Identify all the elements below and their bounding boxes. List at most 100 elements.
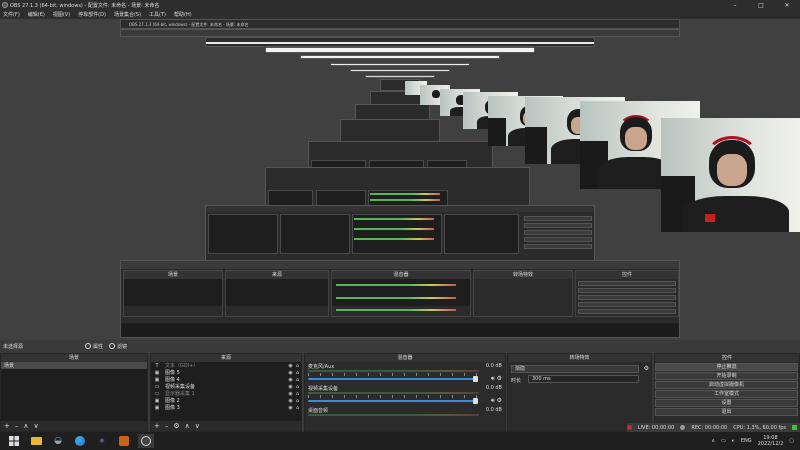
source-settings-icon[interactable]: ⚙ <box>173 422 179 430</box>
lock-icon[interactable]: ⌂ <box>294 405 301 411</box>
controls-title: 控件 <box>655 354 799 362</box>
start-virtual-camera-button[interactable]: 启动虚拟摄像机 <box>655 381 798 389</box>
minimize-button[interactable]: – <box>722 0 748 10</box>
properties-button[interactable]: 属性 <box>85 343 103 350</box>
move-up-icon[interactable]: ∧ <box>23 422 28 430</box>
lock-icon[interactable]: ⌂ <box>294 384 301 390</box>
eye-icon[interactable]: ◉ <box>287 405 294 411</box>
source-item-label: 图像 2 <box>165 398 180 404</box>
menu-docks[interactable]: 停靠部件(D) <box>78 11 106 18</box>
sources-dock-title: 来源 <box>151 354 301 362</box>
menu-scene-collection[interactable]: 场景集合(S) <box>114 11 141 18</box>
source-item[interactable]: ▣ 图像 5 ◉ ⌂ <box>151 369 301 377</box>
duration-input[interactable]: 300 ms <box>528 375 639 383</box>
speaker-icon[interactable]: 🔊︎ <box>491 375 495 383</box>
show-hidden-icons[interactable]: ∧ <box>711 438 715 444</box>
maximize-button[interactable]: □ <box>748 0 774 10</box>
mixer-channel: 麦克风/Aux 0.0 dB 🔊︎ ⚙ <box>305 362 505 384</box>
lock-icon[interactable]: ⌂ <box>294 377 301 383</box>
transition-gear-icon[interactable]: ⚙ <box>644 365 649 372</box>
source-item[interactable]: ▭ 显示器采集 1 ◉ ⌂ <box>151 390 301 398</box>
eye-icon[interactable]: ◉ <box>287 370 294 376</box>
gear-icon[interactable]: ⚙ <box>497 397 502 405</box>
transitions-dock: 转场特效 渐隐 ⚙ 时长 300 ms <box>507 353 652 432</box>
app-icon[interactable]: ⚛ <box>94 434 110 448</box>
volume-slider[interactable] <box>308 376 478 382</box>
filters-button[interactable]: 滤镜 <box>109 343 127 350</box>
properties-label: 属性 <box>93 343 104 350</box>
file-explorer-icon[interactable] <box>28 434 44 448</box>
lock-icon[interactable]: ⌂ <box>294 363 301 369</box>
preview-canvas[interactable]: OBS 27.1.3 (64-bit, windows) - 配置文件: 未命名… <box>0 19 800 340</box>
system-tray: ∧ ▭ 🔈︎ ENG 19:08 2022/12/2 ▢ <box>711 432 800 450</box>
stop-streaming-button[interactable]: 停止推流 <box>655 363 798 371</box>
source-item-label: 视频采集设备 <box>165 384 196 390</box>
lock-icon[interactable]: ⌂ <box>294 391 301 397</box>
gear-icon <box>85 343 91 349</box>
move-down-icon[interactable]: ∨ <box>195 422 200 430</box>
rec-time: REC: 00:00:00 <box>691 424 728 431</box>
nested-l2 <box>205 37 595 47</box>
slider-knob[interactable] <box>473 398 478 404</box>
steam-icon[interactable]: ◒ <box>50 434 66 448</box>
source-item[interactable]: ▭ 视频采集设备 ◉ ⌂ <box>151 383 301 391</box>
gear-icon[interactable]: ⚙ <box>497 375 502 383</box>
eye-icon[interactable]: ◉ <box>287 398 294 404</box>
source-item[interactable]: T 文本（GDI+） ◉ ⌂ <box>151 362 301 370</box>
nested-l3 <box>265 47 535 53</box>
exit-button[interactable]: 退出 <box>655 408 798 416</box>
obs-taskbar-icon[interactable] <box>138 434 154 448</box>
transition-select[interactable]: 渐隐 <box>511 365 639 373</box>
mixer-channel-name: 视频采集设备 <box>308 386 339 392</box>
menu-tools[interactable]: 工具(T) <box>149 11 166 18</box>
live-indicator-icon <box>626 425 632 430</box>
remove-scene-button[interactable]: – <box>15 422 19 430</box>
eye-icon[interactable]: ◉ <box>287 363 294 369</box>
edge-icon[interactable] <box>72 434 88 448</box>
move-up-icon[interactable]: ∧ <box>185 422 190 430</box>
studio-mode-button[interactable]: 工作室模式 <box>655 390 798 398</box>
source-item-label: 文本（GDI+） <box>165 363 199 369</box>
network-icon[interactable]: ▭ <box>721 438 726 444</box>
source-item[interactable]: ▣ 图像 4 ◉ ⌂ <box>151 376 301 384</box>
status-bar: LIVE: 00:00:00 REC: 00:00:00 CPU: 1.3%, … <box>626 423 800 432</box>
source-item[interactable]: ▣ 图像 3 ◉ ⌂ <box>151 404 301 412</box>
speaker-icon[interactable]: 🔊︎ <box>491 397 495 405</box>
eye-icon[interactable]: ◉ <box>287 384 294 390</box>
remove-source-button[interactable]: – <box>165 422 169 430</box>
notification-icon[interactable]: ▢ <box>789 438 794 444</box>
volume-slider[interactable] <box>308 398 478 404</box>
volume-meter <box>308 370 479 372</box>
source-item[interactable]: ▣ 图像 2 ◉ ⌂ <box>151 397 301 405</box>
menu-help[interactable]: 帮助(H) <box>174 11 192 18</box>
add-scene-button[interactable]: + <box>4 422 10 430</box>
volume-icon[interactable]: 🔈︎ <box>732 438 735 444</box>
eye-icon[interactable]: ◉ <box>287 391 294 397</box>
scenes-dock: 场景 场景 + – ∧ ∨ <box>0 353 148 432</box>
no-source-label: 未选择源 <box>3 343 24 350</box>
start-recording-button[interactable]: 开始录制 <box>655 372 798 380</box>
menu-edit[interactable]: 编辑(E) <box>28 11 45 18</box>
menu-view[interactable]: 视图(V) <box>53 11 70 18</box>
settings-button[interactable]: 设置 <box>655 399 798 407</box>
move-down-icon[interactable]: ∨ <box>34 422 39 430</box>
nested-l6 <box>350 69 450 72</box>
nested-title-l1: OBS 27.1.3 (64-bit, windows) - 配置文件: 未命名… <box>129 22 249 27</box>
scene-item[interactable]: 场景 <box>1 362 147 369</box>
windows-taskbar: ◒ ⚛ <box>0 432 800 450</box>
menu-file[interactable]: 文件(F) <box>3 11 20 18</box>
slider-knob[interactable] <box>473 376 478 382</box>
source-type-icon: ▣ <box>154 369 160 376</box>
lock-icon[interactable]: ⌂ <box>294 370 301 376</box>
input-language[interactable]: ENG <box>741 438 752 444</box>
add-source-button[interactable]: + <box>154 422 160 430</box>
rec-indicator-icon <box>680 425 686 430</box>
lock-icon[interactable]: ⌂ <box>294 398 301 404</box>
mixer-channel: 桌面音频 0.0 dB <box>305 406 505 428</box>
clock[interactable]: 19:08 2022/12/2 <box>758 435 784 447</box>
windows-start-icon[interactable] <box>6 434 22 448</box>
eye-icon[interactable]: ◉ <box>287 377 294 383</box>
webcam-frame-main <box>661 118 800 232</box>
close-button[interactable]: ✕ <box>774 0 800 10</box>
game-app-icon[interactable] <box>116 434 132 448</box>
